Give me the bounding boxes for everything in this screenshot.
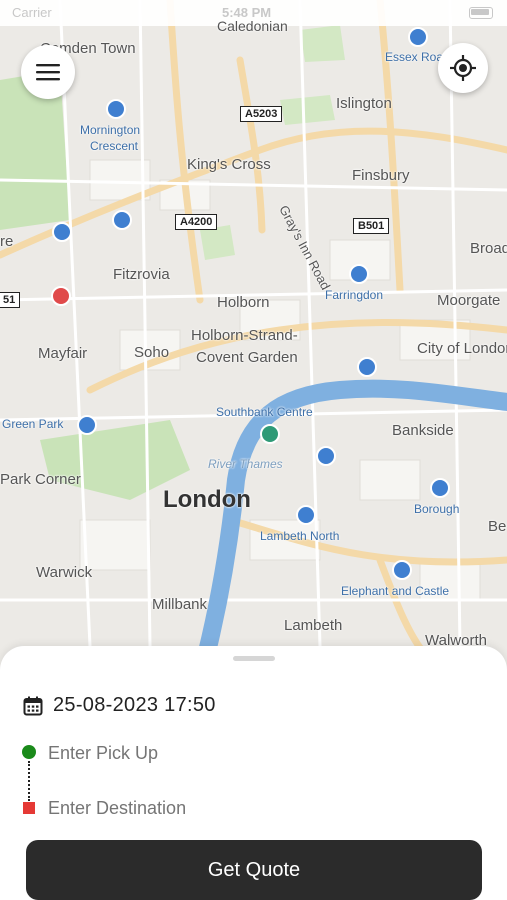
map-area-label: Millbank: [152, 596, 208, 613]
map-area-label: Caledonian: [217, 18, 288, 34]
datetime-value: 25-08-2023 17:50: [53, 694, 216, 716]
station-marker-icon[interactable]: [316, 446, 336, 466]
map-area-label: Park Corner: [0, 471, 81, 488]
map-station-label: Borough: [414, 502, 460, 516]
station-marker-icon[interactable]: [77, 415, 97, 435]
station-marker-icon[interactable]: [408, 27, 428, 47]
map-station-label: Mornington: [80, 123, 141, 137]
station-marker-icon[interactable]: [392, 560, 412, 580]
station-marker-icon[interactable]: [52, 222, 72, 242]
road-shield: B501: [353, 218, 390, 234]
station-marker-icon[interactable]: [430, 478, 450, 498]
map-city-label: London: [163, 486, 251, 513]
station-marker-icon[interactable]: [106, 99, 126, 119]
map-area-label: City of London: [417, 340, 507, 357]
map-area-label: Soho: [134, 344, 170, 361]
map-station-label: Lambeth North: [260, 529, 340, 543]
map-station-label: Crescent: [90, 139, 139, 153]
map-area-label: Lambeth: [284, 617, 343, 634]
destination-marker-icon: [23, 802, 35, 814]
route-connector: [28, 761, 30, 801]
map-area-label: re: [0, 233, 14, 250]
pickup-marker-icon: [22, 745, 36, 759]
map-area-label: Fitzrovia: [113, 266, 170, 283]
hamburger-icon: [36, 64, 60, 81]
battery-icon: [469, 7, 493, 19]
calendar-icon: [23, 696, 43, 715]
booking-sheet: 25-08-2023 17:50 Get Quote: [0, 646, 507, 900]
crosshair-icon: [450, 55, 476, 81]
station-marker-icon[interactable]: [296, 505, 316, 525]
map-area-label: Mayfair: [38, 345, 88, 362]
map-station-label: Green Park: [2, 417, 64, 431]
destination-input[interactable]: [48, 798, 448, 819]
map-area-label: Moorgate: [437, 292, 501, 309]
attraction-marker-icon[interactable]: [260, 424, 280, 444]
road-shield: A5203: [240, 106, 283, 122]
map-area-label: Broad: [470, 240, 507, 257]
get-quote-button[interactable]: Get Quote: [26, 840, 482, 900]
map-area-label: King's Cross: [187, 156, 271, 173]
map-river-label: River Thames: [208, 457, 283, 471]
station-marker-icon[interactable]: [112, 210, 132, 230]
map-area-label: Finsbury: [352, 167, 410, 184]
hospital-marker-icon[interactable]: [51, 286, 71, 306]
map-station-label: Southbank Centre: [216, 405, 313, 419]
map-station-label: Elephant and Castle: [341, 584, 450, 598]
station-marker-icon[interactable]: [357, 357, 377, 377]
map-area-label: Covent Garden: [196, 349, 298, 366]
map-area-label: Holborn-Strand-: [191, 327, 298, 344]
station-marker-icon[interactable]: [349, 264, 369, 284]
sheet-drag-handle[interactable]: [233, 656, 275, 661]
carrier-label: Carrier: [12, 5, 52, 20]
map-area-label: Warwick: [36, 564, 93, 581]
current-location-button[interactable]: [438, 43, 488, 93]
datetime-row[interactable]: 25-08-2023 17:50: [23, 694, 216, 717]
road-shield: 51: [0, 292, 21, 308]
map-area-label: Islington: [336, 95, 392, 112]
map-area-label: Be: [488, 518, 507, 535]
pickup-input[interactable]: [48, 743, 448, 764]
road-shield: A4200: [175, 214, 218, 230]
map-area-label: Holborn: [217, 294, 270, 311]
map-area-label: Bankside: [392, 422, 454, 439]
menu-button[interactable]: [21, 45, 75, 99]
map-station-label: Farringdon: [325, 288, 384, 302]
